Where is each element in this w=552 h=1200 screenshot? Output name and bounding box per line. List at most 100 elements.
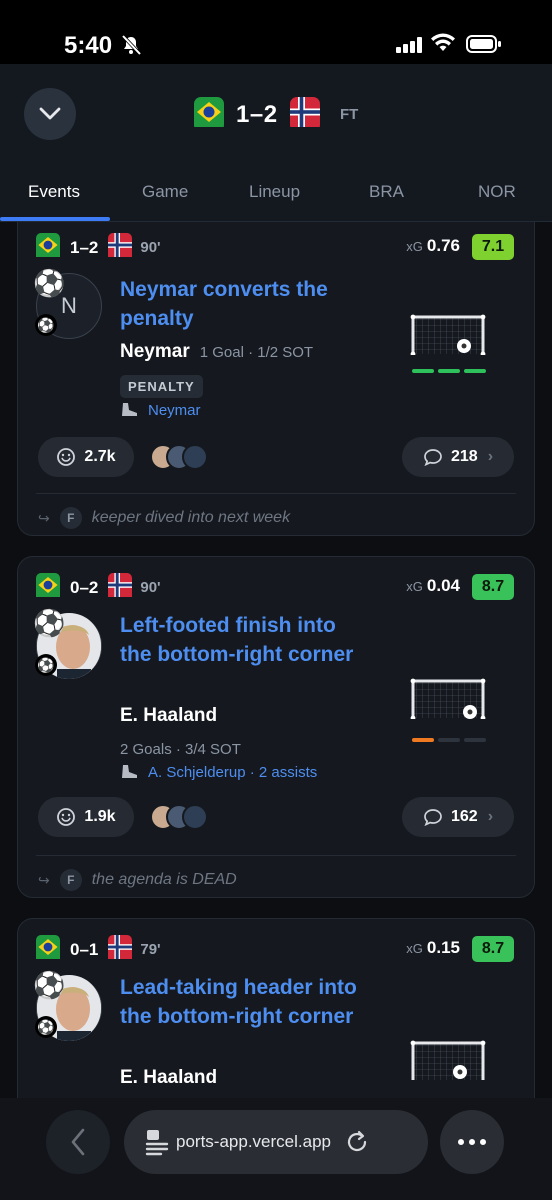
player-stats: 2 Goals · 3/4 SOT <box>120 741 241 758</box>
event-card[interactable]: 0–2 90' xG 0.04 8.7 ⚽ ⚽ Left-footed fini… <box>17 556 535 898</box>
brazil-flag-icon <box>36 233 60 262</box>
smiley-icon <box>57 448 76 466</box>
event-xg: xG 0.76 <box>406 236 460 256</box>
xg-value: 0.76 <box>426 236 460 255</box>
reactor-avatars[interactable] <box>150 804 208 830</box>
event-score: 0–1 <box>70 939 99 959</box>
football-icon: ⚽ <box>35 314 57 336</box>
xg-value: 0.04 <box>426 576 460 595</box>
event-minute: 79' <box>140 941 161 958</box>
reaction-button[interactable]: 1.9k <box>38 797 134 837</box>
goal-net-icon <box>410 1040 486 1080</box>
goal-net-icon <box>410 314 486 355</box>
football-icon: ⚽ <box>35 1016 57 1038</box>
match-header: 1–2 FT Events Game Lineup BRA NOR <box>0 64 552 222</box>
more-options-button[interactable] <box>440 1110 504 1174</box>
event-title[interactable]: Neymar converts the penalty <box>120 275 370 333</box>
signal-icon <box>396 37 422 53</box>
football-icon: ⚽ <box>33 608 66 638</box>
event-xg: xG 0.15 <box>406 938 460 958</box>
status-bar: 5:40 <box>0 0 552 64</box>
norway-flag-icon <box>108 233 133 262</box>
assist-name[interactable]: A. Schjelderup · 2 assists <box>148 764 317 781</box>
avatar[interactable]: N ⚽ ⚽ <box>33 268 102 339</box>
bar-segment <box>412 738 434 742</box>
match-status: FT <box>340 106 359 123</box>
brazil-flag-icon <box>36 573 60 602</box>
player-line: E. Haaland <box>120 1067 217 1089</box>
tab-events[interactable]: Events <box>28 182 80 202</box>
goal-net-icon <box>410 678 486 719</box>
norway-flag-icon <box>108 935 133 964</box>
reactor-avatars[interactable] <box>150 444 208 470</box>
event-title[interactable]: Left-footed finish into the bottom-right… <box>120 611 370 669</box>
top-reply[interactable]: ↪ F the agenda is DEAD <box>38 869 237 891</box>
boot-icon <box>122 403 137 418</box>
event-minute: 90' <box>140 579 161 596</box>
bar-segment <box>438 369 460 373</box>
event-xg: xG 0.04 <box>406 576 460 596</box>
top-reply[interactable]: ↪ F keeper dived into next week <box>38 507 290 529</box>
reload-icon[interactable] <box>345 1130 369 1154</box>
speech-bubble-icon <box>424 809 442 827</box>
norway-flag-icon <box>289 97 320 132</box>
card-divider <box>36 855 516 856</box>
comment-count: 162 <box>450 808 478 825</box>
event-minute: 90' <box>140 239 161 256</box>
reply-text: the agenda is DEAD <box>91 871 237 888</box>
event-scoreline: 1–2 90' <box>36 233 161 262</box>
tab-bar: Events Game Lineup BRA NOR <box>0 168 552 222</box>
card-divider <box>36 493 516 494</box>
xg-label: xG <box>406 239 423 254</box>
chevron-right-icon: › <box>487 808 494 825</box>
browser-toolbar: ports-app.vercel.app <box>0 1098 552 1200</box>
event-tag: PENALTY <box>120 375 203 398</box>
browser-back-button[interactable] <box>46 1110 110 1174</box>
comments-button[interactable]: 162 › <box>402 797 514 837</box>
boot-icon <box>122 765 137 780</box>
tab-lineup[interactable]: Lineup <box>249 182 300 202</box>
player-rating-badge: 8.7 <box>472 936 514 962</box>
events-feed[interactable]: 1–2 90' xG 0.76 7.1 N ⚽ ⚽ Neymar convert… <box>0 222 552 1098</box>
wifi-icon <box>431 33 455 51</box>
battery-icon <box>466 35 501 53</box>
event-score: 0–2 <box>70 577 99 597</box>
comment-count: 218 <box>450 448 478 465</box>
more-icon <box>458 1139 486 1145</box>
avatar[interactable]: ⚽ ⚽ <box>33 972 102 1041</box>
smiley-icon <box>57 808 76 826</box>
address-bar[interactable]: ports-app.vercel.app <box>124 1110 428 1174</box>
brazil-flag-icon <box>194 97 224 132</box>
player-name[interactable]: E. Haaland <box>120 705 217 727</box>
player-name[interactable]: E. Haaland <box>120 1067 217 1089</box>
event-score: 1–2 <box>70 237 99 257</box>
comments-button[interactable]: 218 › <box>402 437 514 477</box>
reaction-count: 2.7k <box>84 448 116 465</box>
reply-text: keeper dived into next week <box>91 509 291 526</box>
shot-quality-bars <box>408 369 486 373</box>
xg-label: xG <box>406 579 423 594</box>
event-title[interactable]: Lead-taking header into the bottom-right… <box>120 973 370 1031</box>
reply-author-initial: F <box>59 507 82 529</box>
collapse-button[interactable] <box>24 88 76 140</box>
event-card[interactable]: 0–1 79' xG 0.15 8.7 ⚽ ⚽ Lead-taking head… <box>17 918 535 1098</box>
event-card[interactable]: 1–2 90' xG 0.76 7.1 N ⚽ ⚽ Neymar convert… <box>17 222 535 536</box>
avatar[interactable]: ⚽ ⚽ <box>33 608 102 679</box>
bar-segment <box>438 738 460 742</box>
tab-nor[interactable]: NOR <box>478 182 516 202</box>
shot-quality-bars <box>408 738 486 742</box>
football-icon: ⚽ <box>35 654 57 676</box>
url-text: ports-app.vercel.app <box>176 1132 331 1151</box>
player-rating-badge: 8.7 <box>472 574 514 600</box>
tab-bra[interactable]: BRA <box>369 182 404 202</box>
football-icon: ⚽ <box>33 268 66 298</box>
bell-slash-icon <box>121 34 142 56</box>
avatar <box>182 444 208 470</box>
player-name[interactable]: Neymar <box>120 341 190 363</box>
assist-name[interactable]: Neymar <box>148 402 201 419</box>
tab-game[interactable]: Game <box>142 182 188 202</box>
speech-bubble-icon <box>424 449 442 467</box>
match-scoreline: 1–2 <box>194 97 320 132</box>
reaction-button[interactable]: 2.7k <box>38 437 134 477</box>
assist-line: A. Schjelderup · 2 assists <box>120 763 317 781</box>
